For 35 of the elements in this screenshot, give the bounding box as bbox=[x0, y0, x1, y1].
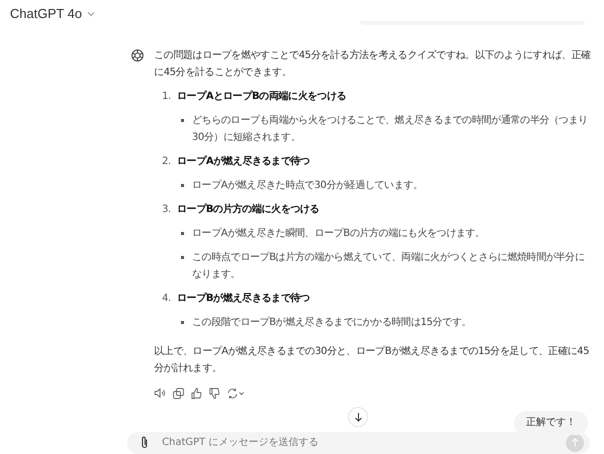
logo-icon bbox=[131, 48, 144, 62]
message-input[interactable]: ChatGPT にメッセージを送信する bbox=[160, 436, 555, 450]
thumbs-up-icon[interactable] bbox=[191, 388, 202, 399]
bullet-icon bbox=[181, 184, 184, 187]
arrow-up-icon bbox=[571, 438, 579, 448]
bullet-text: ロープAが燃え尽きた瞬間、ロープBの片方の端にも火をつけます。 bbox=[192, 226, 486, 241]
step-title: ロープBの片方の端に火をつける bbox=[177, 202, 320, 217]
message-text: この問題はロープを燃やすことで45分を計る方法を考えるクイズですね。以下のようにすれば、正確に45分を計ることができます。 bbox=[154, 48, 592, 80]
chevron-icon bbox=[87, 10, 96, 16]
list-number: 3. bbox=[162, 202, 171, 217]
bullet-text: どちらのロープも両端から火をつけることで、燃え尽きるまでの時間が通常の半分（つまり30分）に短縮されます。 bbox=[192, 114, 589, 145]
bullet-text: この時点でロープBは片方の端から燃えていて、両端に火がつくとさらに燃焼時間が半分になります。 bbox=[192, 250, 586, 282]
scroll-down-button[interactable] bbox=[348, 406, 368, 427]
step-title: ロープBが燃え尽きるまで待つ bbox=[177, 291, 310, 306]
copy-icon[interactable] bbox=[173, 388, 184, 399]
arrow-down-icon bbox=[354, 412, 362, 422]
list-number: 4. bbox=[162, 292, 171, 306]
message-field[interactable]: ChatGPT にメッセージを送信する bbox=[127, 432, 590, 454]
bullet-text: この段階でロープBが燃え尽きるまでにかかる時間は15分です。 bbox=[192, 316, 472, 330]
user-message: 正解です！ bbox=[514, 410, 588, 435]
bullet-text: ロープAが燃え尽きた時点で30分が経過しています。 bbox=[192, 178, 424, 193]
thumbs-down-icon[interactable] bbox=[209, 388, 220, 399]
message-text: 以上で、ロープAが燃え尽きるまでの30分と、ロープBが燃え尽きるまでの15分を足して、正確に45分が計れます。 bbox=[154, 344, 590, 376]
paperclip-icon[interactable] bbox=[140, 436, 149, 450]
list-number: 2. bbox=[162, 154, 171, 169]
model-selector[interactable]: ChatGPT 4o bbox=[8, 4, 98, 23]
step-title: ロープAとロープBの両端に火をつける bbox=[177, 89, 346, 104]
bullet-icon bbox=[181, 232, 184, 235]
regenerate-icon[interactable] bbox=[227, 388, 245, 399]
bullet-icon bbox=[181, 256, 184, 259]
step-title: ロープAが燃え尽きるまで待つ bbox=[177, 154, 310, 169]
bullet-icon bbox=[181, 320, 184, 324]
speaker-icon[interactable] bbox=[154, 388, 166, 398]
list-number: 1. bbox=[162, 90, 171, 104]
bullet-icon bbox=[181, 118, 184, 122]
